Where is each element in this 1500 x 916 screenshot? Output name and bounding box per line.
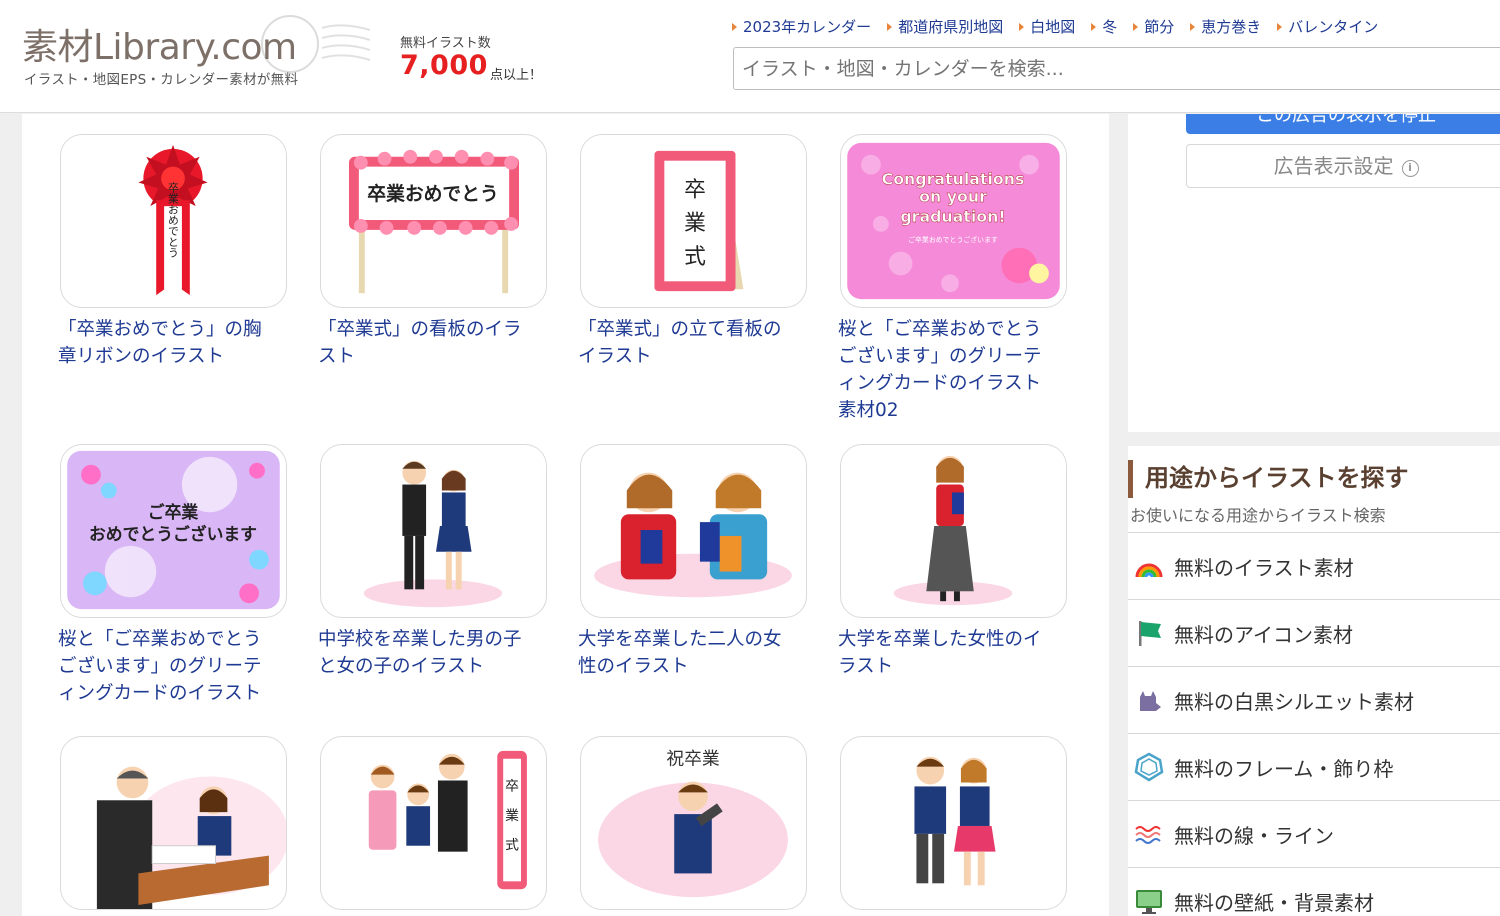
sidebar-item-lines[interactable]: 無料の線・ライン xyxy=(1128,800,1500,867)
boy-illustration: 祝卒業 xyxy=(598,749,788,898)
signboard-illustration: 卒業おめでとう xyxy=(348,149,520,294)
frame-icon xyxy=(1134,752,1164,782)
two-women-illustration xyxy=(594,472,792,598)
card-thumbnail[interactable] xyxy=(320,444,547,618)
sidebar-item-label: 無料の白黒シルエット素材 xyxy=(1174,689,1414,714)
usage-category-panel: 用途からイラストを探す お使いになる用途からイラスト検索 無料のイラスト素材 無… xyxy=(1128,446,1500,916)
top-nav: 2023年カレンダー 都道府県別地図 白地図 冬 節分 恵方巻き バレンタイン xyxy=(732,16,1394,37)
nav-link-prefecture-map[interactable]: 都道府県別地図 xyxy=(887,16,1003,37)
woman-illustration xyxy=(893,455,1013,606)
arrow-right-icon xyxy=(1019,22,1025,31)
students-illustration xyxy=(363,460,503,608)
ribbon-illustration: 卒業おめでとう xyxy=(138,144,208,304)
sidebar-item-label: 無料の線・ライン xyxy=(1174,823,1334,848)
rainbow-icon xyxy=(1134,551,1164,581)
purple-greeting-card: ご卒業 おめでとうございます xyxy=(67,450,280,610)
sign-char-c: 式 xyxy=(505,838,519,854)
sidebar-item-frames[interactable]: 無料のフレーム・飾り枠 xyxy=(1128,733,1500,800)
illustration-count: 7,000 xyxy=(400,50,488,81)
search-input[interactable] xyxy=(733,47,1500,90)
stop-ad-button[interactable]: この広告の表示を停止 xyxy=(1186,114,1500,134)
nav-link-ehomaki[interactable]: 恵方巻き xyxy=(1190,16,1261,37)
flag-icon xyxy=(1134,618,1164,648)
cat-silhouette-icon xyxy=(1134,685,1164,715)
sidebar-list: 無料のイラスト素材 無料のアイコン素材 無料の白黒シルエット素材 無料のフレーム… xyxy=(1128,532,1500,916)
card-thumbnail[interactable]: Congratulations on your graduation! ご卒業お… xyxy=(840,134,1067,308)
card-thumbnail[interactable] xyxy=(840,736,1067,910)
card-thumbnail[interactable] xyxy=(580,444,807,618)
card-japanese-small: ご卒業おめでとうございます xyxy=(908,235,998,244)
monitor-icon xyxy=(1134,886,1164,916)
sign-char-1: 卒 xyxy=(684,177,706,202)
card-title[interactable]: 大学を卒業した二人の女性のイラスト xyxy=(578,626,798,680)
card-text-line1: ご卒業 xyxy=(148,502,199,522)
arrow-right-icon xyxy=(1091,22,1097,31)
ribbon-text: 卒業おめでとう xyxy=(167,181,180,259)
count-suffix: 点以上！ xyxy=(490,68,543,83)
illustration-grid: 卒業おめでとう 「卒業おめでとう」の胸章リボンのイラスト 卒業おめでとう 「卒業… xyxy=(22,114,1109,916)
sidebar-item-label: 無料のアイコン素材 xyxy=(1174,622,1353,647)
logo-tagline: イラスト・地図EPS・カレンダー素材が無料 xyxy=(24,72,299,88)
nav-link-valentine[interactable]: バレンタイン xyxy=(1277,16,1378,37)
ad-settings-button[interactable]: 広告表示設定 i xyxy=(1186,144,1500,188)
signboard-text: 卒業おめでとう xyxy=(367,182,498,205)
info-icon: i xyxy=(1401,160,1419,177)
sidebar-subheading: お使いになる用途からイラスト検索 xyxy=(1130,506,1386,525)
family-illustration: 卒 業 式 xyxy=(368,750,527,890)
nav-link-calendar[interactable]: 2023年カレンダー xyxy=(732,16,871,37)
nav-link-winter[interactable]: 冬 xyxy=(1091,16,1117,37)
card-thumbnail[interactable]: 卒 業 式 xyxy=(580,134,807,308)
card-english-text-3: graduation! xyxy=(900,207,1005,226)
card-title[interactable]: 大学を卒業した女性のイラスト xyxy=(838,626,1058,680)
sign-char-2: 業 xyxy=(684,211,706,236)
sidebar-heading: 用途からイラストを探す xyxy=(1128,460,1409,498)
card-title[interactable]: 「卒業式」の立て看板のイラスト xyxy=(578,316,798,370)
sign-char-b: 業 xyxy=(505,808,519,824)
site-header: 素材Library.com イラスト・地図EPS・カレンダー素材が無料 無料イラ… xyxy=(0,0,1500,113)
arrow-right-icon xyxy=(732,22,737,31)
wavy-line-icon xyxy=(1134,819,1164,849)
count-label: 無料イラスト数 xyxy=(400,36,491,51)
diploma-illustration xyxy=(96,766,286,909)
card-text-line2: おめでとうございます xyxy=(89,524,257,544)
greeting-card-illustration: Congratulations on your graduation! ご卒業お… xyxy=(847,142,1060,300)
arrow-right-icon xyxy=(1190,22,1196,31)
card-english-text: Congratulations xyxy=(882,169,1025,188)
logo-text: 素材Library.com xyxy=(22,27,297,68)
card-thumbnail[interactable]: 祝卒業 xyxy=(580,736,807,910)
sidebar-item-silhouettes[interactable]: 無料の白黒シルエット素材 xyxy=(1128,666,1500,733)
card-thumbnail[interactable]: 卒業おめでとう xyxy=(60,134,287,308)
sidebar-item-label: 無料のフレーム・飾り枠 xyxy=(1174,756,1394,781)
boy-girl-illustration xyxy=(914,756,996,886)
sign-char-a: 卒 xyxy=(505,778,519,794)
nav-link-blank-map[interactable]: 白地図 xyxy=(1019,16,1075,37)
card-thumbnail[interactable] xyxy=(840,444,1067,618)
card-title[interactable]: 桜と「ご卒業おめでとうございます」のグリーティングカードのイラスト素材02 xyxy=(838,316,1058,424)
nav-link-setsubun[interactable]: 節分 xyxy=(1133,16,1174,37)
arrow-right-icon xyxy=(1133,22,1139,31)
card-thumbnail[interactable]: 卒 業 式 xyxy=(320,736,547,910)
card-title[interactable]: 「卒業式」の看板のイラスト xyxy=(318,316,538,370)
ad-settings-label: 広告表示設定 xyxy=(1273,154,1394,178)
card-title[interactable]: 桜と「ご卒業おめでとうございます」のグリーティングカードのイラスト xyxy=(58,626,278,707)
card-thumbnail[interactable]: ご卒業 おめでとうございます xyxy=(60,444,287,618)
card-title[interactable]: 「卒業おめでとう」の胸章リボンのイラスト xyxy=(58,316,278,370)
card-english-text-2: on your xyxy=(919,187,987,206)
sidebar-item-icons[interactable]: 無料のアイコン素材 xyxy=(1128,599,1500,666)
ad-area: この広告の表示を停止 広告表示設定 i xyxy=(1128,114,1500,432)
sidebar-item-illustrations[interactable]: 無料のイラスト素材 xyxy=(1128,532,1500,599)
arrow-right-icon xyxy=(887,22,893,31)
standing-sign-illustration: 卒 業 式 xyxy=(654,150,744,292)
celebrate-text: 祝卒業 xyxy=(666,749,720,770)
card-title[interactable]: 中学校を卒業した男の子と女の子のイラスト xyxy=(318,626,538,680)
site-logo[interactable]: 素材Library.com イラスト・地図EPS・カレンダー素材が無料 xyxy=(22,15,382,98)
sidebar-item-wallpapers[interactable]: 無料の壁紙・背景素材 xyxy=(1128,867,1500,916)
arrow-right-icon xyxy=(1277,22,1283,31)
sign-char-3: 式 xyxy=(684,245,706,270)
sidebar-item-label: 無料のイラスト素材 xyxy=(1174,555,1354,580)
sidebar-item-label: 無料の壁紙・背景素材 xyxy=(1174,890,1374,915)
card-thumbnail[interactable] xyxy=(60,736,287,910)
card-thumbnail[interactable]: 卒業おめでとう xyxy=(320,134,547,308)
